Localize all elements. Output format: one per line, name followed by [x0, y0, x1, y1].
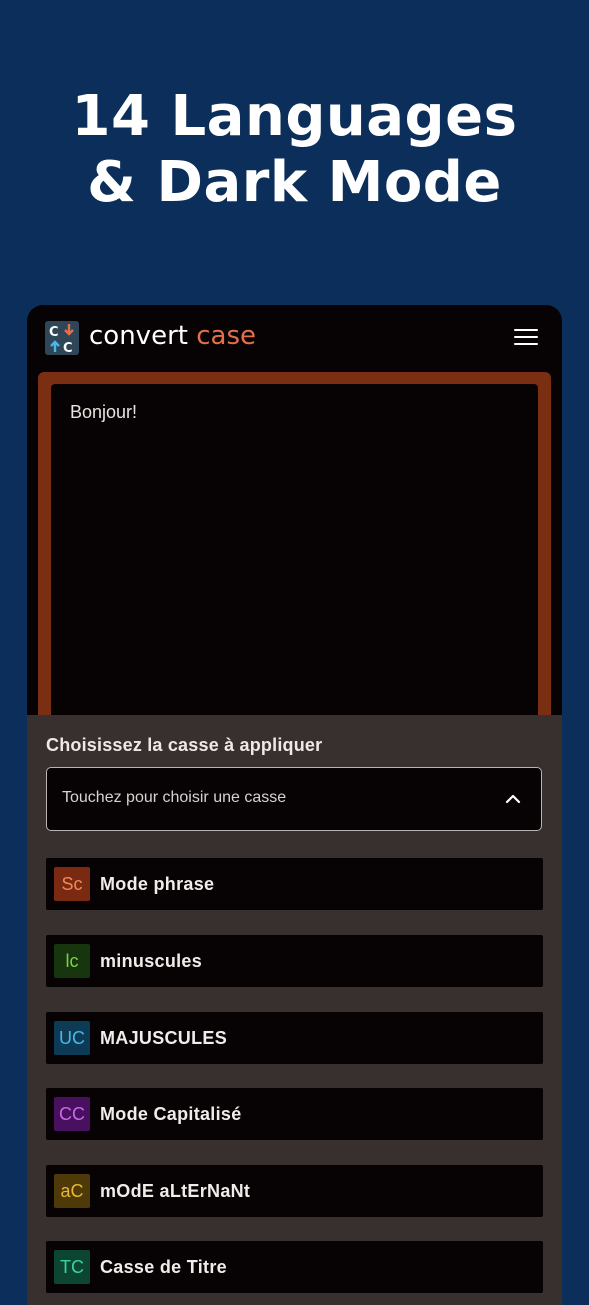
headline-line-1: 14 Languages — [71, 84, 518, 149]
case-option-label: Mode Capitalisé — [100, 1104, 242, 1124]
svg-text:C: C — [49, 325, 59, 340]
logo-word-case: case — [196, 321, 256, 351]
title-case-badge: TC — [54, 1250, 90, 1284]
case-option-lowercase[interactable]: lc minuscules — [46, 935, 543, 987]
case-option-sentence[interactable]: Sc Mode phrase — [46, 858, 543, 910]
convert-case-logo-icon: C C — [45, 321, 79, 355]
case-option-label: Mode phrase — [100, 874, 215, 894]
lowercase-badge: lc — [54, 944, 90, 978]
logo-word-convert: convert — [89, 321, 188, 351]
app-logo-text: convert case — [89, 319, 256, 353]
case-option-capitalized[interactable]: CC Mode Capitalisé — [46, 1088, 543, 1140]
case-option-uppercase[interactable]: UC MAJUSCULES — [46, 1012, 543, 1064]
svg-text:C: C — [63, 341, 73, 355]
editor-text: Bonjour! — [70, 402, 138, 422]
alternating-case-badge: aC — [54, 1174, 90, 1208]
promo-headline: 14 Languages & Dark Mode — [0, 84, 589, 216]
headline-line-2: & Dark Mode — [87, 150, 502, 215]
case-option-label: mOdE aLtErNaNt — [100, 1181, 251, 1201]
sheet-title: Choisissez la casse à appliquer — [46, 735, 323, 755]
phone-screen: C C convert case Bonjour! Choisissez la … — [27, 305, 562, 1305]
menu-bar-bottom — [514, 343, 538, 345]
menu-bar-middle — [514, 336, 538, 338]
app-header: C C convert case — [27, 305, 562, 371]
capitalized-badge: CC — [54, 1097, 90, 1131]
chevron-up-icon — [505, 794, 521, 804]
case-option-title[interactable]: TC Casse de Titre — [46, 1241, 543, 1293]
case-select-dropdown[interactable]: Touchez pour choisir une casse — [46, 767, 542, 831]
case-option-label: Casse de Titre — [100, 1257, 227, 1277]
case-option-alternating[interactable]: aC mOdE aLtErNaNt — [46, 1165, 543, 1217]
case-option-label: minuscules — [100, 951, 203, 971]
uppercase-badge: UC — [54, 1021, 90, 1055]
hamburger-menu-icon[interactable] — [514, 329, 538, 347]
menu-bar-top — [514, 329, 538, 331]
case-option-label: MAJUSCULES — [100, 1028, 228, 1048]
case-chooser-sheet: Choisissez la casse à appliquer Touchez … — [27, 715, 562, 1305]
sentence-case-badge: Sc — [54, 867, 90, 901]
case-select-placeholder: Touchez pour choisir une casse — [62, 789, 287, 806]
